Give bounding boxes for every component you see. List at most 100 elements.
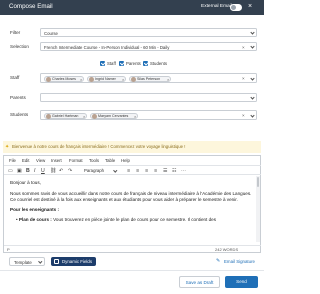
menu-help[interactable]: Help [121,158,130,164]
recipient-chip[interactable]: Silas Peterson × [129,75,171,82]
parents-checkbox-label: Parents [126,60,141,66]
bold-icon[interactable]: B [26,168,30,174]
chip-name: Maryam Cervantes [98,114,129,118]
staff-select[interactable]: Charles Moses × Ingrid Namer × Silas Pet… [40,73,257,83]
menu-tools[interactable]: Tools [89,158,99,164]
align-left-icon[interactable]: ≡ [127,168,130,174]
close-icon[interactable]: × [248,2,252,12]
template-button[interactable]: Template [9,257,45,266]
subject-text: Bienvenue à notre cours de français inte… [12,144,186,149]
send-button[interactable]: Send [225,276,258,288]
remove-chip-icon[interactable]: × [83,114,85,119]
align-right-icon[interactable]: ≡ [145,168,148,174]
link-icon[interactable]: ⛓ [50,168,57,174]
avatar [91,114,97,119]
selection-select[interactable]: French Intermediate Course - In-Person I… [40,42,257,51]
scrollbar-thumb[interactable] [256,177,260,187]
parents-select[interactable] [40,93,257,102]
parents-checkbox[interactable] [119,61,124,66]
redo-icon[interactable]: ↷ [68,168,72,174]
underline-icon[interactable]: U [41,168,45,174]
align-justify-icon[interactable]: ≡ [154,168,157,174]
intro-paragraph: Nous sommes ravis de vous accueillir dan… [10,190,252,202]
staff-checkbox-label: Staff [107,60,116,66]
remove-chip-icon[interactable]: × [122,77,124,82]
more-icon[interactable]: ⋯ [181,168,186,174]
clear-icon[interactable]: × [242,113,245,119]
chip-name: Silas Peterson [137,77,161,81]
recipient-chip[interactable]: Maryam Cervantes × [90,112,138,119]
chip-name: Charles Moses [52,77,76,81]
word-count: 242 WORDS [215,247,239,252]
filter-label: Filter [10,30,21,35]
filter-select[interactable]: Course [40,28,257,37]
new-document-icon[interactable]: ▭ [8,168,13,174]
filter-value: Course [44,30,58,36]
element-path[interactable]: P [7,247,10,253]
recipient-chip[interactable]: Gabriel Hartman × [44,112,87,119]
clear-icon[interactable]: × [242,76,245,82]
chevron-down-icon [250,95,255,100]
staff-label: Staff [10,75,20,80]
selection-value: French Intermediate Course - In-Person I… [44,44,170,50]
menu-format[interactable]: Format [69,158,83,164]
fields-icon [54,258,59,264]
bullet-list-icon[interactable]: ☰ [163,168,168,174]
remove-chip-icon[interactable]: × [134,114,136,119]
students-select[interactable]: Gabriel Hartman × Maryam Cervantes × × [40,110,257,120]
staff-checkbox[interactable] [100,61,105,66]
menu-file[interactable]: File [9,158,16,164]
menu-view[interactable]: View [36,158,45,164]
recipient-chip[interactable]: Ingrid Namer × [87,75,126,82]
block-format-select[interactable]: Paragraph [83,168,119,174]
dynamic-fields-label: Dynamic Fields [62,258,93,264]
external-email-toggle[interactable] [230,4,242,11]
menu-table[interactable]: Table [105,158,115,164]
chevron-down-icon [250,75,255,81]
italic-icon[interactable]: I [34,168,35,174]
undo-icon[interactable]: ↶ [59,168,63,174]
students-checkbox[interactable] [143,61,148,66]
block-format-value: Paragraph [84,168,105,173]
image-icon[interactable]: ▣ [17,168,22,174]
chevron-down-icon [250,44,255,49]
recipient-chip[interactable]: Charles Moses × [44,75,84,82]
remove-chip-icon[interactable]: × [80,77,82,82]
email-signature-link[interactable]: ✎ Email Signature [216,257,260,266]
chevron-down-icon [250,112,255,118]
remove-chip-icon[interactable]: × [167,77,169,82]
avatar [88,77,94,82]
bullet-item: • Plan de cours : Vous trouverez en pièc… [16,217,217,223]
avatar [45,114,51,119]
dialog-header: Compose Email External Email × [0,0,264,15]
save-draft-button[interactable]: Save as Draft [179,276,220,288]
email-signature-label: Email Signature [224,258,255,264]
chevron-down-icon [113,168,118,173]
send-label: Send [236,279,247,284]
footer-divider [0,270,264,271]
clear-icon[interactable]: × [242,45,245,51]
dialog-title: Compose Email [9,3,53,10]
template-label: Template [14,259,32,265]
editor-toolbar: ▭ ▣ B I U ⛓ ↶ ↷ Paragraph ≡ ≡ ≡ ≡ ☰ ☷ ⋯ [4,165,261,175]
external-email-label: External Email [201,4,232,9]
subject-banner[interactable]: ✦ Bienvenue à notre cours de français in… [3,141,261,153]
menu-edit[interactable]: Edit [22,158,29,164]
parents-label: Parents [10,95,26,100]
section-heading: Pour les enseignants : [10,207,60,213]
bullet-label: Plan de cours : [18,217,52,223]
signature-pen-icon: ✎ [216,258,221,265]
rich-text-editor: File Edit View Insert Format Tools Table… [3,155,261,253]
students-checkbox-label: Students [150,60,167,66]
menu-insert[interactable]: Insert [51,158,62,164]
selection-label: Selection [10,44,29,49]
editor-content[interactable]: Bonjour à tous, Nous sommes ravis de vou… [10,180,254,244]
align-center-icon[interactable]: ≡ [136,168,139,174]
dynamic-fields-button[interactable]: Dynamic Fields [51,257,96,266]
avatar [45,77,51,82]
numbered-list-icon[interactable]: ☷ [172,168,177,174]
chevron-down-icon [250,30,255,35]
save-draft-label: Save as Draft [185,280,214,285]
students-label: Students [10,112,29,117]
editor-scrollbar[interactable] [256,176,260,242]
